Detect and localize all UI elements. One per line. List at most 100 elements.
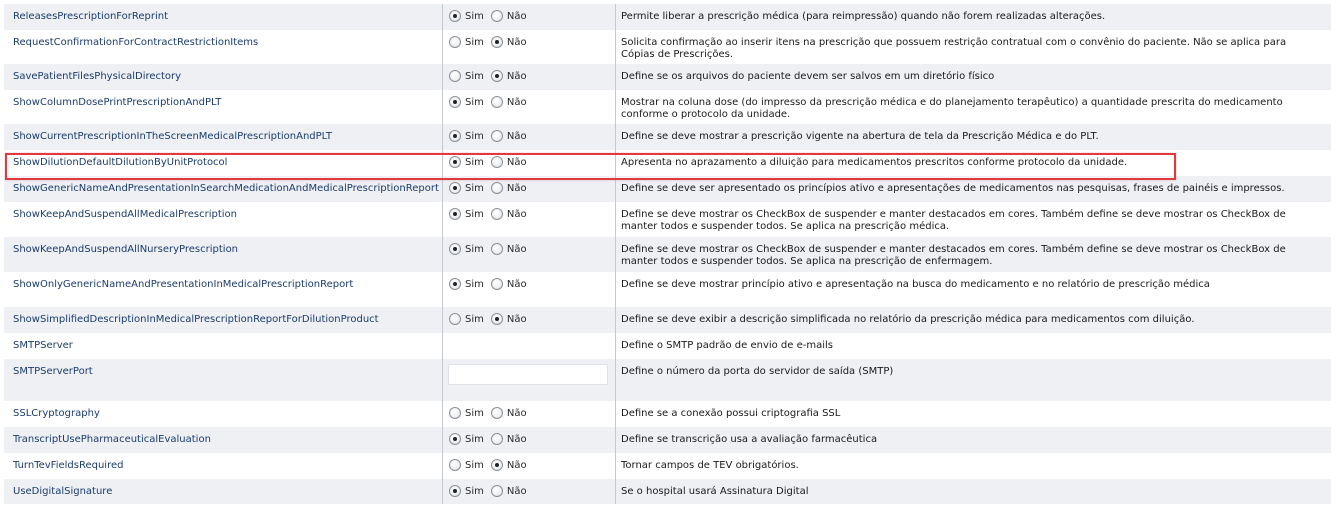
- radio-nao[interactable]: [490, 278, 503, 290]
- setting-name-cell: ShowOnlyGenericNameAndPresentationInMedi…: [4, 272, 443, 307]
- radio-label-nao: Não: [506, 278, 527, 290]
- radio-sim[interactable]: [449, 459, 461, 471]
- radio-option-sim[interactable]: Sim: [449, 407, 484, 419]
- radio-label-nao: Não: [506, 243, 527, 255]
- setting-description-cell: Define se deve mostrar os CheckBox de su…: [615, 202, 1331, 237]
- radio-nao[interactable]: [490, 433, 503, 445]
- setting-name-cell: SMTPServer: [4, 333, 443, 359]
- radio-sim[interactable]: [449, 243, 461, 255]
- setting-value-cell: Sim Não: [442, 272, 616, 307]
- radio-option-sim[interactable]: Sim: [449, 243, 484, 255]
- radio-option-nao[interactable]: Não: [490, 156, 527, 168]
- radio-sim[interactable]: [449, 313, 461, 325]
- smtp-port-input[interactable]: [448, 364, 608, 385]
- radio-nao[interactable]: [490, 313, 503, 325]
- radio-option-nao[interactable]: Não: [490, 407, 527, 419]
- setting-value-cell: Sim Não: [442, 401, 616, 427]
- radio-sim[interactable]: [449, 156, 461, 168]
- radio-sim[interactable]: [449, 96, 461, 108]
- radio-label-nao: Não: [506, 182, 527, 194]
- setting-description-cell: Apresenta no aprazamento a diluição para…: [615, 150, 1331, 176]
- setting-row: SSLCryptography Sim Não Define se a conexão…: [4, 401, 1331, 427]
- radio-option-nao[interactable]: Não: [490, 459, 527, 471]
- radio-option-nao[interactable]: Não: [490, 485, 527, 497]
- radio-option-sim[interactable]: Sim: [449, 433, 484, 445]
- radio-option-sim[interactable]: Sim: [449, 182, 484, 194]
- setting-value-cell: Sim Não: [442, 202, 616, 237]
- radio-sim[interactable]: [449, 278, 461, 290]
- radio-nao[interactable]: [490, 70, 503, 82]
- radio-sim[interactable]: [449, 130, 461, 142]
- setting-name: ReleasesPrescriptionForReprint: [13, 11, 169, 22]
- radio-nao[interactable]: [490, 96, 503, 108]
- setting-row: SMTPServer Define o SMTP padrão de envio …: [4, 333, 1331, 359]
- radio-option-sim[interactable]: Sim: [449, 459, 484, 471]
- setting-description-cell: Define o SMTP padrão de envio de e-mails: [615, 333, 1331, 359]
- radio-nao[interactable]: [490, 130, 503, 142]
- setting-row: ShowOnlyGenericNameAndPresentationInMedi…: [4, 272, 1331, 307]
- settings-table: ReleasesPrescriptionForReprint Sim Não Perm…: [4, 4, 1331, 504]
- radio-option-nao[interactable]: Não: [490, 182, 527, 194]
- radio-label-nao: Não: [506, 70, 527, 82]
- radio-option-nao[interactable]: Não: [490, 433, 527, 445]
- radio-label-nao: Não: [506, 96, 527, 108]
- radio-label-sim: Sim: [465, 208, 484, 220]
- setting-row: TranscriptUsePharmaceuticalEvaluation Sim…: [4, 427, 1331, 453]
- setting-name: ShowGenericNameAndPresentationInSearchMe…: [13, 183, 439, 194]
- radio-sim[interactable]: [449, 407, 461, 419]
- radio-sim[interactable]: [449, 70, 461, 82]
- radio-nao[interactable]: [490, 182, 503, 194]
- radio-option-sim[interactable]: Sim: [449, 96, 484, 108]
- setting-description-cell: Define se deve mostrar a prescrição vige…: [615, 124, 1331, 150]
- radio-nao[interactable]: [490, 407, 503, 419]
- radio-option-nao[interactable]: Não: [490, 130, 527, 142]
- radio-sim[interactable]: [449, 433, 461, 445]
- setting-value-cell: Sim Não: [442, 479, 616, 504]
- radio-nao[interactable]: [490, 10, 503, 22]
- radio-sim[interactable]: [449, 208, 461, 220]
- radio-option-nao[interactable]: Não: [490, 70, 527, 82]
- radio-sim[interactable]: [449, 485, 461, 497]
- radio-option-sim[interactable]: Sim: [449, 130, 484, 142]
- radio-label-sim: Sim: [465, 182, 484, 194]
- radio-option-sim[interactable]: Sim: [449, 36, 484, 48]
- radio-nao[interactable]: [490, 243, 503, 255]
- radio-sim[interactable]: [449, 10, 461, 22]
- radio-option-sim[interactable]: Sim: [449, 313, 484, 325]
- radio-option-sim[interactable]: Sim: [449, 208, 484, 220]
- setting-row: ShowColumnDosePrintPrescriptionAndPLT Sim…: [4, 90, 1331, 124]
- setting-row: ShowDilutionDefaultDilutionByUnitProtoco…: [4, 150, 1331, 176]
- radio-nao[interactable]: [490, 208, 503, 220]
- radio-option-nao[interactable]: Não: [490, 10, 527, 22]
- radio-option-nao[interactable]: Não: [490, 36, 527, 48]
- radio-option-nao[interactable]: Não: [490, 96, 527, 108]
- setting-value-cell: Sim Não: [442, 30, 616, 64]
- radio-label-sim: Sim: [465, 485, 484, 497]
- radio-nao[interactable]: [490, 459, 503, 471]
- radio-label-sim: Sim: [465, 278, 484, 290]
- setting-description-cell: Define se os arquivos do paciente devem …: [615, 64, 1331, 90]
- setting-description-cell: Tornar campos de TEV obrigatórios.: [615, 453, 1331, 479]
- radio-option-sim[interactable]: Sim: [449, 485, 484, 497]
- setting-name-cell: TranscriptUsePharmaceuticalEvaluation: [4, 427, 443, 453]
- radio-option-nao[interactable]: Não: [490, 278, 527, 290]
- radio-option-sim[interactable]: Sim: [449, 10, 484, 22]
- setting-name: ShowCurrentPrescriptionInTheScreenMedica…: [13, 131, 332, 142]
- radio-option-nao[interactable]: Não: [490, 313, 527, 325]
- radio-sim[interactable]: [449, 36, 461, 48]
- setting-description-cell: Define se deve mostrar princípio ativo e…: [615, 272, 1331, 307]
- radio-option-sim[interactable]: Sim: [449, 278, 484, 290]
- radio-option-nao[interactable]: Não: [490, 208, 527, 220]
- radio-option-sim[interactable]: Sim: [449, 156, 484, 168]
- radio-option-sim[interactable]: Sim: [449, 70, 484, 82]
- radio-group: Sim Não: [443, 237, 615, 255]
- setting-row: ReleasesPrescriptionForReprint Sim Não Perm…: [4, 4, 1331, 30]
- radio-sim[interactable]: [449, 182, 461, 194]
- radio-label-sim: Sim: [465, 407, 484, 419]
- setting-name-cell: TurnTevFieldsRequired: [4, 453, 443, 479]
- radio-option-nao[interactable]: Não: [490, 243, 527, 255]
- setting-value-cell: Sim Não: [442, 453, 616, 479]
- radio-nao[interactable]: [490, 485, 503, 497]
- radio-nao[interactable]: [490, 156, 503, 168]
- radio-nao[interactable]: [490, 36, 503, 48]
